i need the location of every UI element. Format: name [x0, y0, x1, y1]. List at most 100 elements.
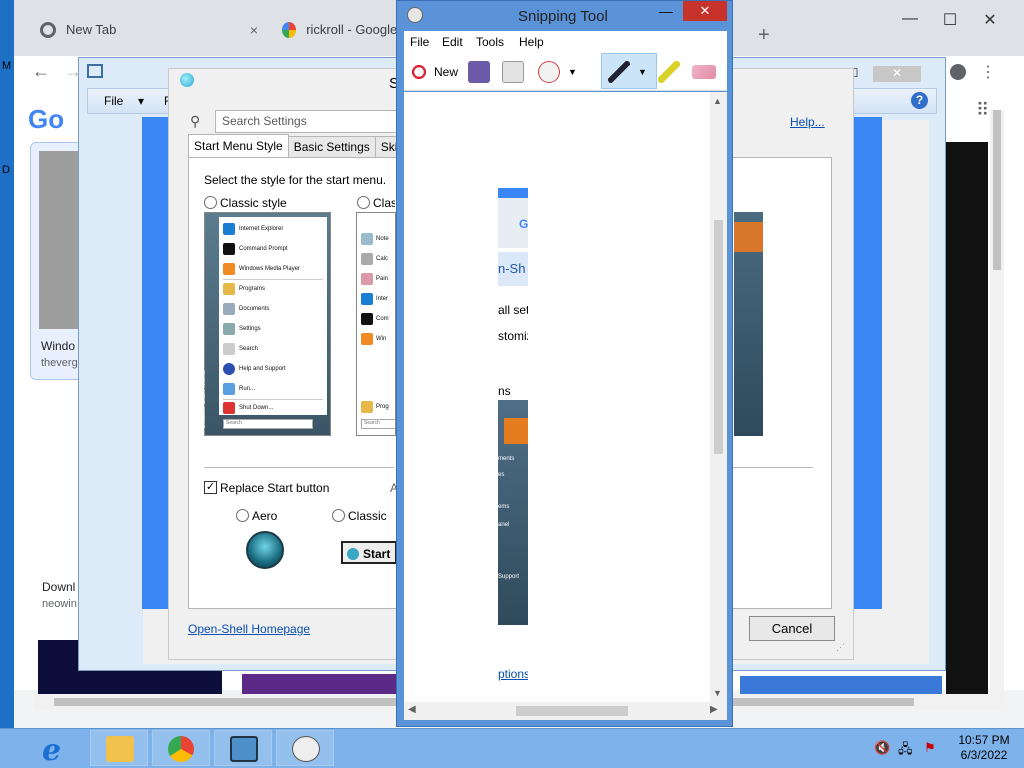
snip-canvas[interactable] [404, 92, 710, 702]
menu-dots-icon[interactable]: ⋮ [980, 62, 996, 82]
horizontal-scrollbar[interactable]: ◀ ▶ [404, 702, 727, 720]
new-snip-button[interactable]: New [408, 59, 458, 85]
pen-button[interactable]: ▼ [608, 59, 647, 85]
result-source: neowin [42, 598, 77, 610]
internet-explorer-icon[interactable]: e [42, 733, 61, 768]
result-source: theverg [41, 357, 78, 369]
help-icon[interactable]: ? [911, 92, 928, 109]
scrollbar-thumb[interactable] [993, 110, 1001, 270]
scroll-right-icon[interactable]: ▶ [710, 704, 718, 715]
highlighter-button[interactable] [658, 59, 680, 85]
new-tab-button[interactable]: + [758, 24, 770, 47]
copy-button[interactable] [502, 59, 524, 85]
save-button[interactable] [468, 59, 490, 85]
network-icon[interactable]: 🖧 [898, 740, 913, 762]
preview-item: Calc [361, 253, 388, 265]
minimize-button[interactable]: — [653, 3, 679, 23]
menu-edit[interactable]: Edit [442, 35, 463, 49]
classic-two-column-preview[interactable]: Note Calc Pain Inter Com Win Prog Search [356, 212, 396, 436]
page-scrollbar[interactable] [990, 110, 1004, 694]
menu-file[interactable]: File [410, 35, 429, 49]
classic-button-label[interactable]: Classic [348, 509, 387, 523]
image-thumbnail[interactable] [242, 674, 410, 694]
scrollbar-thumb[interactable] [516, 706, 628, 716]
taskbar-snipping-tool[interactable] [276, 730, 334, 766]
aero-radio[interactable] [236, 509, 249, 522]
eraser-button[interactable] [692, 59, 716, 85]
chevron-down-icon[interactable]: ▼ [638, 67, 647, 77]
close-button[interactable]: ✕ [970, 10, 1010, 30]
minimize-button[interactable]: — [890, 10, 930, 30]
classic-button-radio[interactable] [332, 509, 345, 522]
action-center-icon[interactable]: ⚑ [924, 740, 936, 756]
windows7-style-preview[interactable] [734, 212, 763, 436]
tab-basic-settings[interactable]: Basic Settings [287, 136, 376, 158]
menu-file[interactable]: File [104, 94, 123, 108]
background-image [142, 117, 168, 609]
desktop-label: D [2, 164, 10, 176]
vertical-scrollbar[interactable]: ▲ ▼ [710, 92, 727, 702]
chevron-down-icon[interactable]: ▼ [568, 67, 577, 77]
clock[interactable]: 10:57 PM 6/3/2022 [956, 733, 1012, 763]
taskbar-settings-app[interactable] [214, 730, 272, 766]
chevron-down-icon[interactable]: ▾ [138, 94, 144, 108]
profile-icon[interactable] [950, 64, 966, 80]
preview-item: Note [361, 233, 389, 245]
close-button[interactable]: ✕ [683, 1, 727, 21]
classic-style-label[interactable]: Classic style [220, 196, 287, 210]
app-icon [87, 64, 103, 78]
divider [733, 467, 813, 468]
capture-google-icon: G [519, 217, 529, 231]
send-snip-button[interactable]: ▼ [538, 59, 577, 85]
image-thumbnail[interactable] [946, 142, 988, 694]
shell-icon [347, 548, 359, 560]
aero-start-button-preview[interactable] [246, 531, 284, 569]
resize-grip-icon[interactable]: ⋰ [836, 642, 845, 653]
chrome-tab-new-tab[interactable]: New Tab × [28, 12, 268, 58]
classic-start-button-preview[interactable]: Start [341, 541, 397, 564]
help-link[interactable]: Help... [790, 115, 825, 129]
capture-menu-image: ments es ems anel Support [498, 400, 528, 625]
capture-text: n-Sh [498, 252, 528, 286]
close-button[interactable]: ✕ [873, 66, 921, 82]
copy-icon [502, 61, 524, 83]
image-thumbnail[interactable] [740, 676, 942, 696]
highlighter-icon [658, 61, 680, 83]
classic-style-radio[interactable] [204, 196, 217, 209]
capture-text: anel [498, 522, 510, 528]
chrome-tab-google-search[interactable]: rickroll - Google S [270, 12, 410, 58]
eraser-icon [692, 65, 716, 79]
result-title[interactable]: Downl [42, 580, 75, 594]
menu-help[interactable]: Help [519, 35, 544, 49]
maximize-button[interactable]: ☐ [930, 10, 970, 30]
preview-item: Pain [361, 273, 388, 285]
preview-item: Help and Support [223, 363, 286, 375]
scroll-down-icon[interactable]: ▼ [713, 688, 722, 698]
scroll-up-icon[interactable]: ▲ [713, 96, 722, 106]
menu-tools[interactable]: Tools [476, 35, 504, 49]
classic-style-preview[interactable]: Internet Explorer Command Prompt Windows… [200, 212, 331, 436]
homepage-link[interactable]: Open-Shell Homepage [188, 622, 310, 636]
search-input[interactable]: Search Settings [215, 110, 405, 133]
volume-muted-icon[interactable]: 🔇 [874, 740, 890, 756]
scroll-left-icon[interactable]: ◀ [408, 704, 416, 715]
aero-label[interactable]: Aero [252, 509, 277, 523]
preview-item: Run... [223, 383, 255, 395]
taskbar-file-explorer[interactable] [90, 730, 148, 766]
back-button[interactable]: ← [32, 61, 50, 82]
apps-grid-icon[interactable]: ⠿ [976, 100, 989, 121]
folder-icon [106, 736, 134, 762]
preview-vertical-label: Classic Start Menu [200, 370, 207, 429]
classic-two-column-label[interactable]: Clas [373, 196, 395, 210]
tab-close-icon[interactable]: × [250, 22, 258, 38]
desktop-label: M [2, 60, 12, 72]
replace-start-checkbox[interactable]: ✓ [204, 481, 217, 494]
classic-two-column-radio[interactable] [357, 196, 370, 209]
taskbar-chrome[interactable] [152, 730, 210, 766]
tab-start-menu-style[interactable]: Start Menu Style [188, 134, 289, 158]
preview-item: Win [361, 333, 386, 345]
preview-item: Internet Explorer [223, 223, 283, 235]
scrollbar-thumb[interactable] [714, 220, 723, 454]
cancel-button[interactable]: Cancel [749, 616, 835, 641]
replace-start-label[interactable]: Replace Start button [220, 481, 329, 495]
